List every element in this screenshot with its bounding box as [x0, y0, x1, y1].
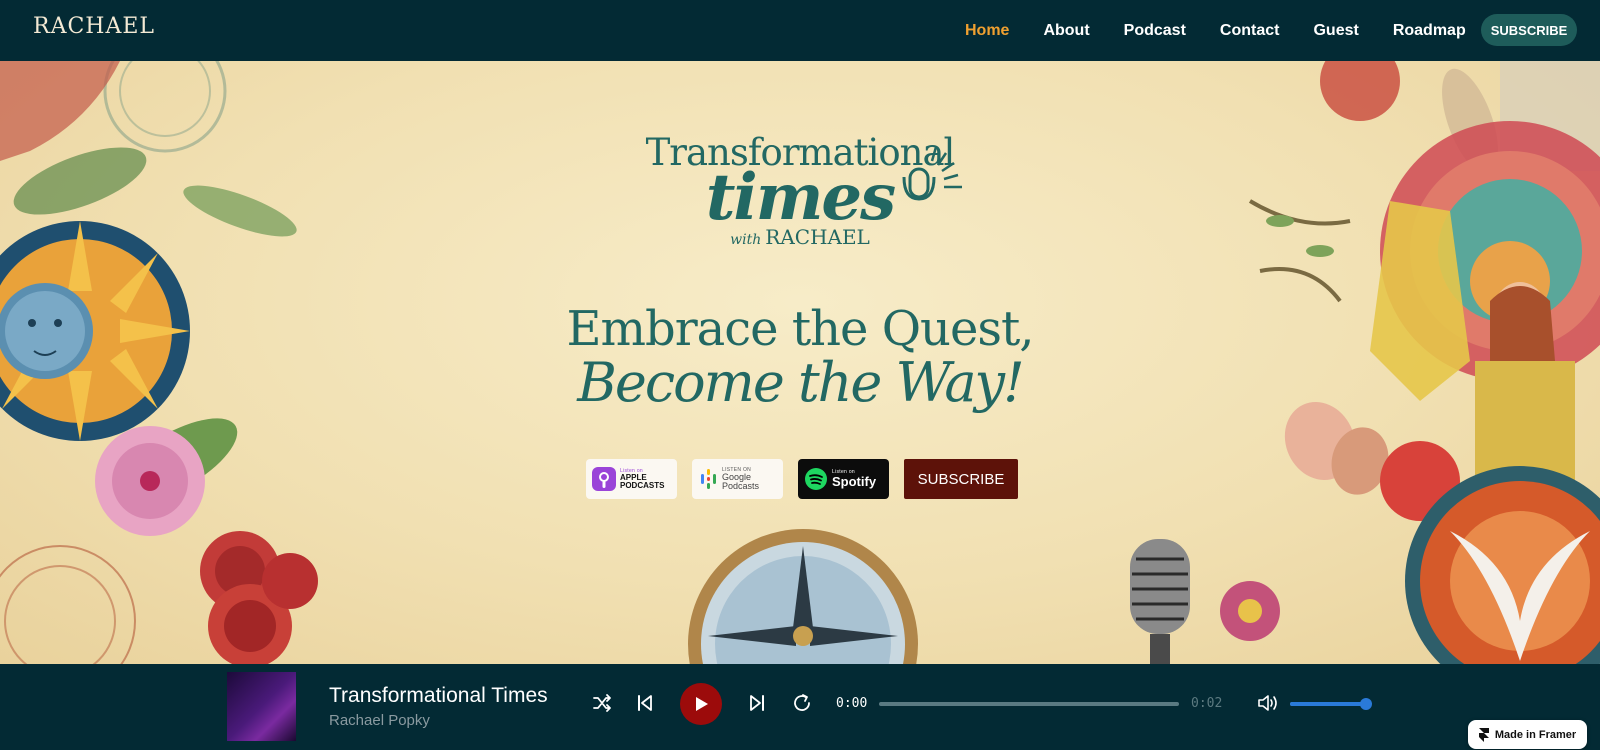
google-podcasts-badge[interactable]: LISTEN ON Google Podcasts [692, 459, 783, 499]
right-collage-art [1220, 61, 1600, 664]
tagline-line1: Embrace the Quest, [566, 301, 1034, 357]
volume-knob[interactable] [1360, 698, 1372, 710]
brand-name: RACHAEL [765, 225, 870, 249]
player-track-title: Transformational Times [329, 684, 548, 707]
audio-player: Transformational Times Rachael Popky 0:0… [0, 664, 1600, 750]
apple-badge-big: APPLE PODCASTS [620, 472, 665, 490]
player-artist: Rachael Popky [329, 712, 430, 729]
apple-podcasts-badge[interactable]: Listen on APPLE PODCASTS [586, 459, 677, 499]
spotify-badge-big: Spotify [832, 474, 877, 489]
listen-badges: Listen on APPLE PODCASTS LISTEN ON Googl… [586, 459, 1018, 499]
left-collage-art [0, 61, 318, 664]
nav-link-home[interactable]: Home [965, 22, 1009, 40]
volume-slider[interactable] [1290, 698, 1372, 710]
episode-cover-art [227, 672, 296, 741]
nav-link-roadmap[interactable]: Roadmap [1393, 22, 1466, 40]
nav-link-guest[interactable]: Guest [1313, 22, 1358, 40]
brand-byline: with RACHAEL [620, 225, 980, 249]
spotify-badge[interactable]: Listen on Spotify [798, 459, 889, 499]
google-badge-big: Google Podcasts [722, 471, 760, 491]
repeat-icon[interactable] [791, 692, 813, 714]
shuffle-icon[interactable] [591, 692, 613, 714]
next-icon[interactable] [746, 692, 768, 714]
top-nav: RACHAEL Home About Podcast Contact Guest… [0, 0, 1600, 61]
nav-link-podcast[interactable]: Podcast [1124, 22, 1186, 40]
podcast-mic-icon [902, 146, 962, 201]
duration-time: 0:02 [1191, 696, 1223, 711]
site-logo[interactable]: RACHAEL [33, 14, 155, 39]
nav-links: Home About Podcast Contact Guest Roadmap [965, 0, 1500, 61]
current-time: 0:00 [836, 696, 868, 711]
vintage-microphone-art [1130, 539, 1190, 664]
volume-fill [1290, 702, 1366, 706]
nav-subscribe-button[interactable]: SUBSCRIBE [1481, 14, 1577, 46]
compass-art [688, 529, 918, 664]
nav-link-contact[interactable]: Contact [1220, 22, 1280, 40]
hero-section: Transformational times with RACHAEL Embra… [0, 61, 1600, 664]
spotify-icon [805, 468, 827, 490]
play-button[interactable] [680, 683, 722, 725]
made-in-framer-badge[interactable]: Made in Framer [1468, 720, 1587, 749]
previous-icon[interactable] [634, 692, 656, 714]
nav-link-about[interactable]: About [1043, 22, 1089, 40]
volume-icon[interactable] [1257, 693, 1279, 713]
hero-subscribe-button[interactable]: SUBSCRIBE [904, 459, 1018, 499]
apple-podcasts-icon [592, 467, 616, 491]
play-icon [696, 697, 708, 711]
google-podcasts-icon [701, 469, 716, 489]
made-in-framer-label: Made in Framer [1494, 728, 1577, 741]
progress-bar[interactable] [879, 702, 1179, 706]
framer-logo-icon [1478, 727, 1489, 742]
tagline-line2: Become the Way! [577, 351, 1025, 414]
brand-with: with [730, 232, 762, 248]
